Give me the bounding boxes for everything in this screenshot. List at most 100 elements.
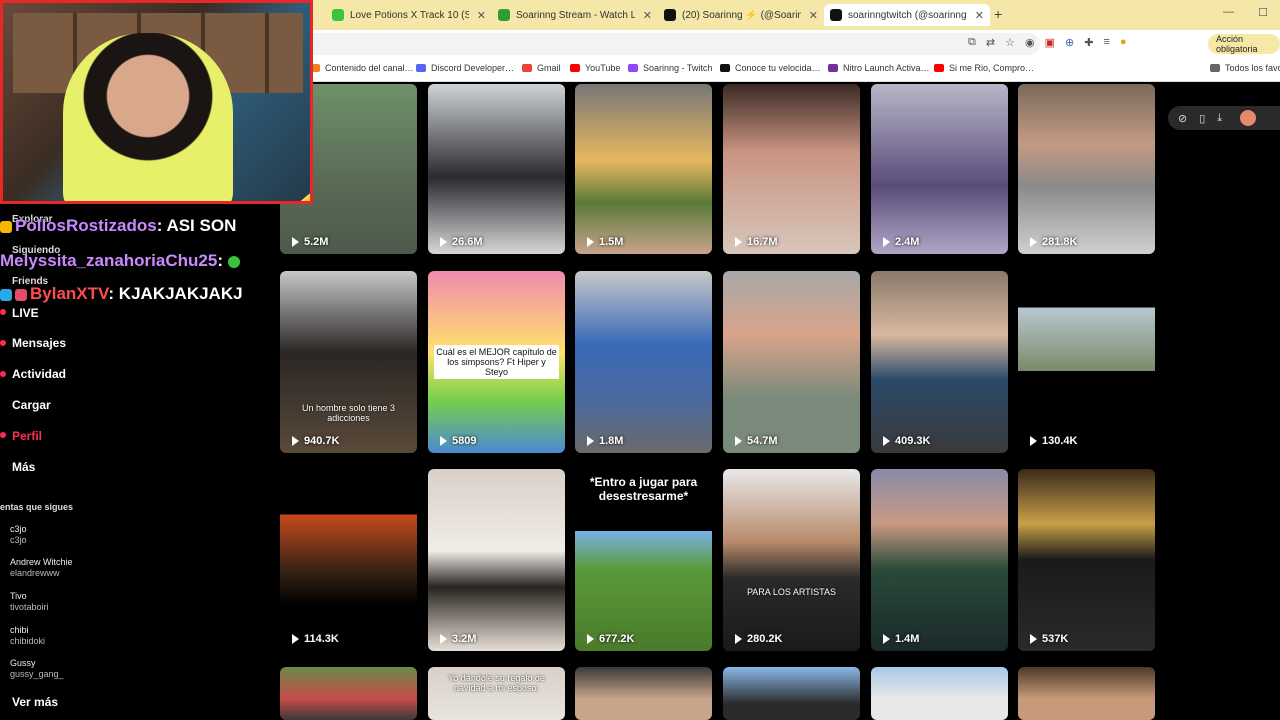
video-card[interactable]: 409.3K xyxy=(871,271,1008,453)
media-controls-icon[interactable]: ≡ xyxy=(1103,36,1109,49)
install-app-icon[interactable]: ⧉ xyxy=(968,36,976,49)
following-accounts-title: entas que sigues xyxy=(0,502,74,512)
profile-icon[interactable]: ● xyxy=(1120,36,1127,49)
followed-account[interactable]: c3jo c3jo xyxy=(10,524,27,546)
tab-close-icon[interactable]: ✕ xyxy=(809,9,818,22)
video-card[interactable]: Cuál es el MEJOR capítulo de los simpson… xyxy=(428,271,565,453)
chat-text: : ASI SON xyxy=(156,216,237,235)
video-card[interactable]: 537K xyxy=(1018,469,1155,651)
address-bar-icons: ⧉ ⇄ ☆ ◉ ▣ ⊕ ✚ ≡ ● xyxy=(968,36,1126,49)
bookmark-item[interactable]: Si me Rio, Compro… xyxy=(934,63,1034,73)
nav-upload[interactable]: Cargar xyxy=(12,398,51,412)
view-count: 5809 xyxy=(440,435,476,447)
chat-username: PollosRostizados xyxy=(15,216,157,235)
minimize-icon[interactable]: — xyxy=(1223,6,1234,19)
video-card[interactable]: 1.8M xyxy=(575,271,712,453)
tab-close-icon[interactable]: ✕ xyxy=(975,9,984,22)
bookmark-label: Contenido del canal… xyxy=(325,63,414,73)
lightning-icon: ⚡ xyxy=(291,183,310,201)
video-card[interactable]: 1.4M xyxy=(871,469,1008,651)
tab-soarinng-x[interactable]: (20) Soarinng ⚡ (@Soaringch… ✕ xyxy=(658,4,824,26)
video-card[interactable]: 2.4M xyxy=(871,84,1008,254)
required-action-button[interactable]: Acción obligatoria xyxy=(1208,34,1280,54)
extension-red-icon[interactable]: ▣ xyxy=(1045,36,1055,49)
video-card[interactable]: 114.3K xyxy=(280,469,417,651)
tab-soarinngtwitch-active[interactable]: soarinngtwitch (@soarinngtwit… ✕ xyxy=(824,4,990,26)
view-count: 537K xyxy=(1030,633,1068,645)
tab-close-icon[interactable]: ✕ xyxy=(477,9,486,22)
nav-messages[interactable]: Mensajes xyxy=(12,336,66,350)
video-card[interactable]: 281.8K xyxy=(1018,84,1155,254)
video-card[interactable] xyxy=(723,667,860,720)
nav-live[interactable]: LIVE xyxy=(12,306,39,320)
video-card[interactable]: 26.6M xyxy=(428,84,565,254)
maximize-icon[interactable]: ☐ xyxy=(1258,6,1268,19)
see-more-link[interactable]: Ver más xyxy=(12,695,58,709)
download-icon[interactable]: ⤓ xyxy=(1217,112,1222,125)
account-name: c3jo xyxy=(10,524,27,534)
video-card[interactable] xyxy=(871,667,1008,720)
twitch-icon xyxy=(628,64,638,72)
bookmark-favicon-icon xyxy=(828,64,838,72)
url-input[interactable] xyxy=(300,33,1040,55)
view-count: 940.7K xyxy=(292,435,339,447)
bookmark-star-icon[interactable]: ☆ xyxy=(1005,36,1015,49)
bookmark-item[interactable]: YouTube xyxy=(570,63,620,73)
account-handle: tivotaboiri xyxy=(10,602,49,612)
bookmark-favicon-icon xyxy=(720,64,730,72)
video-card[interactable] xyxy=(1018,667,1155,720)
video-card[interactable]: Yo dándole su regalo de navidad a mi esp… xyxy=(428,667,565,720)
bookmark-item[interactable]: Contenido del canal… xyxy=(310,63,414,73)
tab-soarinng-stream[interactable]: Soarinng Stream - Watch Live o… ✕ xyxy=(492,4,658,26)
followed-account[interactable]: Andrew Witchie elandrewww xyxy=(10,557,73,579)
extensions-puzzle-icon[interactable]: ✚ xyxy=(1084,36,1093,49)
nav-activity[interactable]: Actividad xyxy=(12,367,66,381)
account-handle: elandrewww xyxy=(10,568,60,578)
profile-dot-icon xyxy=(0,432,6,438)
followed-account[interactable]: Gussy gussy_gang_ xyxy=(10,658,64,680)
extension-globe-icon[interactable]: ⊕ xyxy=(1065,36,1074,49)
view-count: 281.8K xyxy=(1030,236,1077,248)
view-count: 1.8M xyxy=(587,435,623,447)
bookmark-label: Gmail xyxy=(537,63,561,73)
tab-close-icon[interactable]: ✕ xyxy=(643,9,652,22)
video-card[interactable]: 3.2M xyxy=(428,469,565,651)
bookmark-label: Soarinng - Twitch xyxy=(643,63,713,73)
youtube-icon xyxy=(934,64,944,72)
bookmark-item[interactable]: Soarinng - Twitch xyxy=(628,63,712,73)
followed-account[interactable]: Tivo tivotaboiri xyxy=(10,591,49,613)
phone-icon[interactable]: ▯ xyxy=(1199,112,1205,125)
tab-love-potions[interactable]: Love Potions X Track 10 (Slowe… ✕ xyxy=(326,4,492,26)
bookmark-item[interactable]: Discord Developer… xyxy=(416,63,514,73)
extension-record-icon[interactable]: ◉ xyxy=(1025,36,1035,49)
bookmark-label: Discord Developer… xyxy=(431,63,515,73)
nav-more[interactable]: Más xyxy=(12,460,35,474)
nav-profile[interactable]: Perfil xyxy=(12,429,42,443)
all-bookmarks[interactable]: Todos los favo xyxy=(1210,63,1280,73)
video-card[interactable]: *Entro a jugar para desestresarme* 677.2K xyxy=(575,469,712,651)
video-card[interactable]: 1.5M xyxy=(575,84,712,254)
bookmark-item[interactable]: Gmail xyxy=(522,63,561,73)
video-card[interactable]: 130.4K xyxy=(1018,271,1155,453)
bookmark-item[interactable]: Nitro Launch Activa… xyxy=(828,63,930,73)
video-caption: Cuál es el MEJOR capítulo de los simpson… xyxy=(434,345,559,379)
bookmark-label: Si me Rio, Compro… xyxy=(949,63,1035,73)
video-card[interactable] xyxy=(575,667,712,720)
translate-icon[interactable]: ⇄ xyxy=(986,36,995,49)
video-card[interactable]: 16.7M xyxy=(723,84,860,254)
video-caption: *Entro a jugar para desestresarme* xyxy=(581,475,706,503)
video-caption: Yo dándole su regalo de navidad a mi esp… xyxy=(448,673,545,693)
tab-favicon-icon xyxy=(830,9,842,21)
video-card[interactable]: 54.7M xyxy=(723,271,860,453)
new-tab-icon[interactable]: + xyxy=(994,6,1002,22)
bookmark-item[interactable]: Conoce tu velocida… xyxy=(720,63,821,73)
video-card[interactable]: PARA LOS ARTISTAS 280.2K xyxy=(723,469,860,651)
live-dot-icon xyxy=(0,309,6,315)
avatar[interactable] xyxy=(1240,110,1257,126)
compass-icon[interactable]: ⊘ xyxy=(1178,112,1187,125)
video-card[interactable] xyxy=(280,667,417,720)
emote-icon xyxy=(227,255,240,268)
view-count: 114.3K xyxy=(292,633,339,645)
followed-account[interactable]: chibi chibidoki xyxy=(10,625,45,647)
video-card[interactable]: Un hombre solo tiene 3 adicciones 940.7K xyxy=(280,271,417,453)
